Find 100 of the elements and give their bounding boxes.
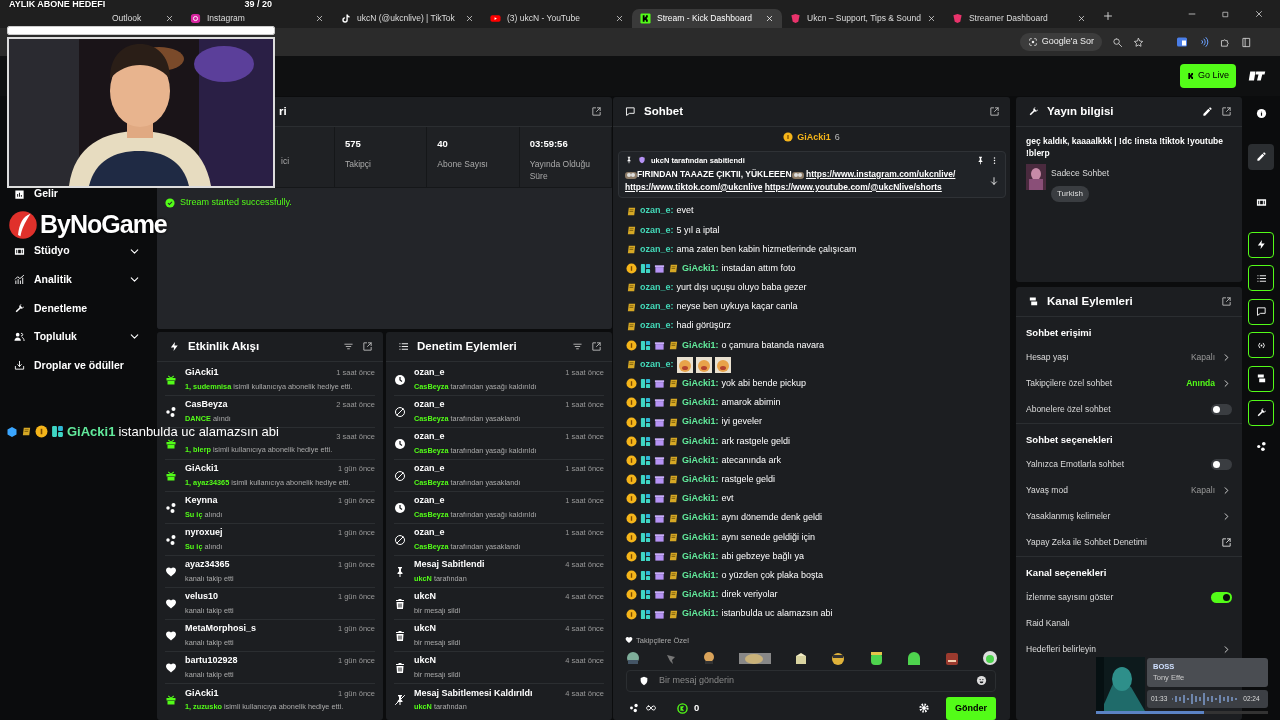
- popout-icon[interactable]: [989, 106, 1000, 117]
- link[interactable]: https://www.youtube.com/@ukcNlive/shorts: [764, 181, 942, 192]
- toggle-switch[interactable]: [1211, 591, 1232, 603]
- badge-icon: [668, 608, 679, 620]
- browser-tab[interactable]: Streamer Dashboard: [943, 9, 1094, 28]
- close-icon[interactable]: [315, 14, 324, 23]
- chat-username: GiAcki1:: [682, 492, 719, 506]
- sidebar-item[interactable]: Gelir: [0, 184, 155, 204]
- external-link-icon[interactable]: [1221, 537, 1232, 549]
- link[interactable]: https://www.instagram.com/ukcnlive/: [805, 169, 956, 179]
- new-tab-icon[interactable]: [1101, 10, 1114, 22]
- sound-icon[interactable]: [1198, 36, 1210, 48]
- rail-button[interactable]: [1248, 365, 1274, 392]
- arrow-down-icon[interactable]: [989, 176, 999, 186]
- browser-tab[interactable]: Ukcn – Support, Tips & Sound: [782, 9, 944, 28]
- rail-button[interactable]: [1248, 298, 1274, 325]
- close-icon[interactable]: [1076, 14, 1086, 23]
- close-icon[interactable]: [615, 14, 624, 23]
- filter-icon[interactable]: [572, 341, 583, 352]
- settings-icon[interactable]: [918, 702, 930, 715]
- top-gifter-name: GiAcki1: [797, 130, 831, 144]
- download-icon: [14, 360, 25, 372]
- browser-tab[interactable]: Instagram: [182, 9, 332, 28]
- popout-icon[interactable]: [591, 341, 602, 352]
- stat-label: Takipçi: [345, 159, 372, 171]
- ask-button[interactable]: Google'a Sor: [1019, 33, 1102, 51]
- zoom-icon[interactable]: [1112, 36, 1123, 48]
- stat-value: 03:59:56: [529, 137, 569, 151]
- rail-button[interactable]: [1248, 231, 1274, 258]
- browser-tab[interactable]: Outlook: [104, 9, 182, 28]
- tag[interactable]: Turkish: [1051, 186, 1089, 203]
- badge-icon: [668, 378, 679, 390]
- pin-icon[interactable]: [976, 155, 985, 165]
- browser-tab[interactable]: Stream - Kick Dashboard: [632, 9, 782, 28]
- toggle-switch[interactable]: [1211, 458, 1232, 470]
- username: CasBeyza: [185, 398, 228, 412]
- bookmark-star-icon[interactable]: [1133, 36, 1144, 48]
- emote-icon: [625, 649, 641, 666]
- subscriber-badge-icon: [640, 397, 651, 409]
- setting-label: Yasaklanmış kelimeler: [1026, 510, 1112, 523]
- rail-button[interactable]: [1248, 265, 1274, 292]
- badge-icon: [668, 455, 679, 466]
- sidebar-item[interactable]: Analitik: [0, 269, 155, 290]
- rail-button[interactable]: [1248, 399, 1274, 426]
- popout-icon[interactable]: [591, 106, 602, 117]
- chat-username: GiAcki1:: [682, 415, 719, 429]
- close-icon[interactable]: [465, 14, 474, 23]
- sidebar-icon[interactable]: [1241, 36, 1252, 48]
- setting-value: Kapalı: [1190, 350, 1215, 364]
- coin-icon: [626, 589, 637, 601]
- edit-icon: [1255, 151, 1267, 163]
- category-name: Sadece Sohbet: [1051, 166, 1110, 180]
- message-field[interactable]: Bir mesaj gönderin: [626, 669, 996, 692]
- extensions-icon[interactable]: [1220, 36, 1231, 48]
- badge-icon: [668, 512, 679, 524]
- send-button[interactable]: Gönder: [946, 696, 996, 720]
- close-icon[interactable]: [165, 14, 174, 23]
- chat-message: ama zaten ben kabin hizmetlerinde çalışıcam: [676, 242, 857, 256]
- maximize-icon[interactable]: [1221, 9, 1230, 19]
- gift-badge-icon: [654, 339, 665, 351]
- popout-icon[interactable]: [1221, 106, 1232, 117]
- setting-label: Takipçilere özel sohbet: [1026, 377, 1113, 390]
- chat-message: yurt dışı uçuşu oluyo baba gezer: [676, 281, 807, 295]
- gift-badge-icon: [654, 455, 665, 466]
- badge-icon: [21, 426, 32, 438]
- rail-button[interactable]: [1248, 143, 1274, 170]
- close-icon[interactable]: [1254, 9, 1264, 19]
- heart-icon: [625, 636, 633, 645]
- chat-username: ozan_e:: [640, 300, 674, 314]
- translate-icon[interactable]: [1176, 36, 1188, 48]
- sidebar-item[interactable]: Topluluk: [0, 326, 155, 347]
- setting-label: Abonelere özel sohbet: [1026, 403, 1112, 417]
- chat-username: GiAcki1:: [682, 396, 719, 410]
- setting-label: Yapay Zeka ile Sohbet Denetimi: [1026, 536, 1148, 550]
- clock-icon: [394, 373, 406, 386]
- chat-username: GiAcki1:: [682, 338, 719, 352]
- popout-icon[interactable]: [362, 341, 373, 352]
- dots-icon[interactable]: [629, 703, 639, 714]
- gift-badge-icon: [654, 378, 665, 390]
- filter-icon[interactable]: [343, 341, 354, 352]
- message-input[interactable]: Bir mesaj gönderin: [657, 672, 968, 689]
- shield-icon: [639, 675, 649, 686]
- camera-icon: [190, 13, 201, 24]
- subscriber-badge-icon: [640, 455, 651, 466]
- link[interactable]: https://www.tiktok.com/@ukcnlive: [625, 181, 763, 192]
- close-icon[interactable]: [926, 14, 936, 23]
- chat-username: GiAcki1:: [682, 607, 719, 621]
- rail-button[interactable]: [1248, 332, 1274, 359]
- coin-icon: [626, 474, 637, 486]
- sidebar-item[interactable]: Droplar ve ödüller: [0, 355, 155, 376]
- popout-icon[interactable]: [1221, 296, 1232, 307]
- sidebar-item[interactable]: Stüdyo: [0, 241, 155, 262]
- sidebar-item[interactable]: Denetleme: [0, 298, 155, 319]
- toggle-switch[interactable]: [1211, 404, 1232, 416]
- go-live-button[interactable]: Go Live: [1179, 64, 1236, 88]
- username: velus10: [185, 590, 219, 604]
- edit-icon[interactable]: [1202, 106, 1213, 117]
- browser-tab[interactable]: (3) ukcN - YouTube: [482, 9, 632, 28]
- bolt-icon: [169, 341, 180, 352]
- browser-tab[interactable]: ukcN (@ukcnlive) | TikTok: [332, 9, 482, 28]
